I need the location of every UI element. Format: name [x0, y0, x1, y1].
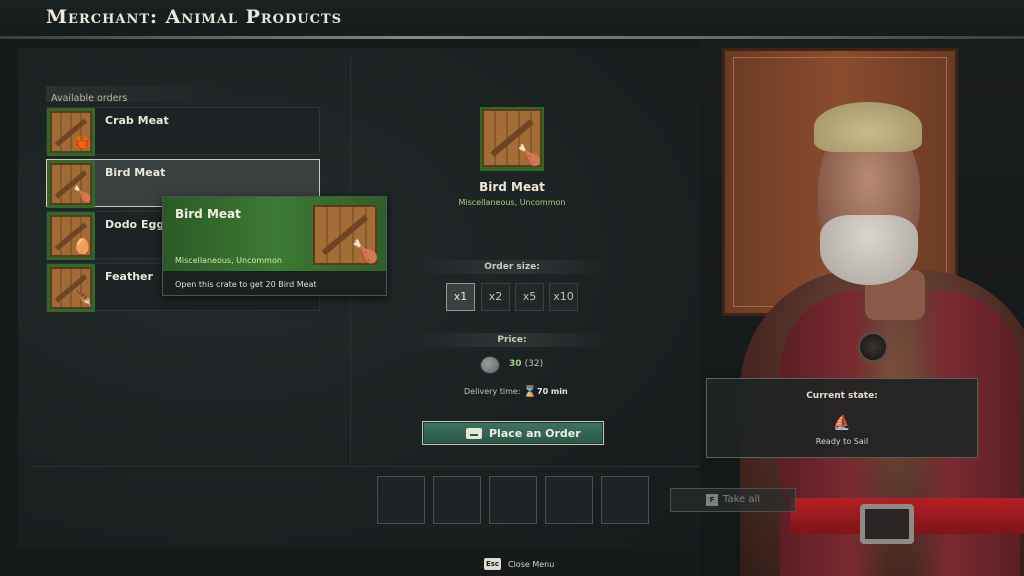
delivery-slot[interactable] — [489, 476, 537, 524]
merchant-bandana — [814, 102, 922, 152]
bottom-divider — [30, 466, 710, 467]
tooltip-item-name: Bird Meat — [175, 207, 241, 221]
selected-item-name: Bird Meat — [479, 180, 545, 194]
price-value: 30 (32) — [509, 359, 543, 369]
keyboard-key-icon — [466, 428, 482, 439]
order-size-x2-button[interactable]: x2 — [481, 283, 510, 311]
take-all-label: Take all — [723, 494, 761, 505]
dodo-egg-crate-icon: 🥚 — [47, 212, 95, 260]
price-current: 30 — [509, 359, 522, 369]
delivery-time-label: Delivery time: — [464, 387, 521, 396]
feather-crate-icon: 🪶 — [47, 264, 95, 312]
title-bar: Merchant: Animal Products — [0, 0, 1024, 40]
esc-key[interactable]: Esc — [484, 558, 501, 570]
merchant-beard — [820, 215, 918, 285]
crab-meat-crate-icon: 🦀 — [47, 108, 95, 156]
delivery-slot[interactable] — [377, 476, 425, 524]
merchant-belt-buckle — [860, 504, 914, 544]
order-size-x1-button[interactable]: x1 — [446, 283, 475, 311]
item-tooltip: Bird Meat 🍗 Miscellaneous, Uncommon Open… — [162, 196, 387, 296]
bird-meat-icon: 🍗 — [73, 185, 92, 203]
order-item-label: Crab Meat — [105, 114, 169, 127]
bird-meat-crate-icon: 🍗 — [47, 160, 95, 208]
crab-meat-icon: 🦀 — [73, 133, 92, 151]
tooltip-description: Open this crate to get 20 Bird Meat — [175, 280, 317, 289]
selected-crate-icon: 🍗 — [480, 107, 544, 171]
close-menu-label: Close Menu — [508, 560, 555, 569]
order-item-crab-meat[interactable]: 🦀 Crab Meat — [46, 107, 320, 156]
dodo-egg-icon: 🥚 — [73, 237, 92, 255]
current-state-label: Current state: — [806, 391, 878, 401]
order-item-label: Bird Meat — [105, 166, 166, 179]
current-state-value: Ready to Sail — [815, 437, 869, 446]
place-order-button[interactable]: Place an Order — [422, 421, 604, 445]
hourglass-icon: ⌛ — [523, 385, 537, 398]
tooltip-crate-icon: 🍗 — [313, 205, 379, 267]
delivery-slot[interactable] — [601, 476, 649, 524]
tooltip-item-category: Miscellaneous, Uncommon — [175, 256, 282, 265]
selected-item-category: Miscellaneous, Uncommon — [458, 198, 566, 207]
ship-icon: ⛵ — [833, 415, 851, 431]
delivery-slot[interactable] — [545, 476, 593, 524]
place-order-label: Place an Order — [489, 427, 581, 440]
feather-icon: 🪶 — [73, 289, 92, 307]
take-all-key: F — [706, 494, 718, 506]
order-item-label: Feather — [105, 270, 153, 283]
order-size-x10-button[interactable]: x10 — [549, 283, 578, 311]
order-item-label: Dodo Egg — [105, 218, 165, 231]
order-size-label: Order size: — [412, 260, 612, 274]
delivery-slot[interactable] — [433, 476, 481, 524]
available-orders-header: Available orders — [46, 86, 230, 104]
window-title: Merchant: Animal Products — [46, 6, 343, 28]
delivery-time-value: 70 min — [537, 387, 568, 396]
price-label: Price: — [412, 333, 612, 347]
merchant-state-panel: Current state: ⛵ Ready to Sail — [706, 378, 978, 458]
bird-meat-icon: 🍗 — [351, 240, 379, 265]
bird-meat-icon: 🍗 — [517, 143, 542, 167]
price-original: (32) — [524, 359, 544, 369]
merchant-amulet — [858, 332, 888, 362]
title-divider — [0, 36, 1024, 39]
coin-icon — [480, 356, 500, 374]
available-orders-label: Available orders — [51, 93, 128, 104]
order-size-x5-button[interactable]: x5 — [515, 283, 544, 311]
take-all-button[interactable]: F Take all — [670, 488, 796, 512]
